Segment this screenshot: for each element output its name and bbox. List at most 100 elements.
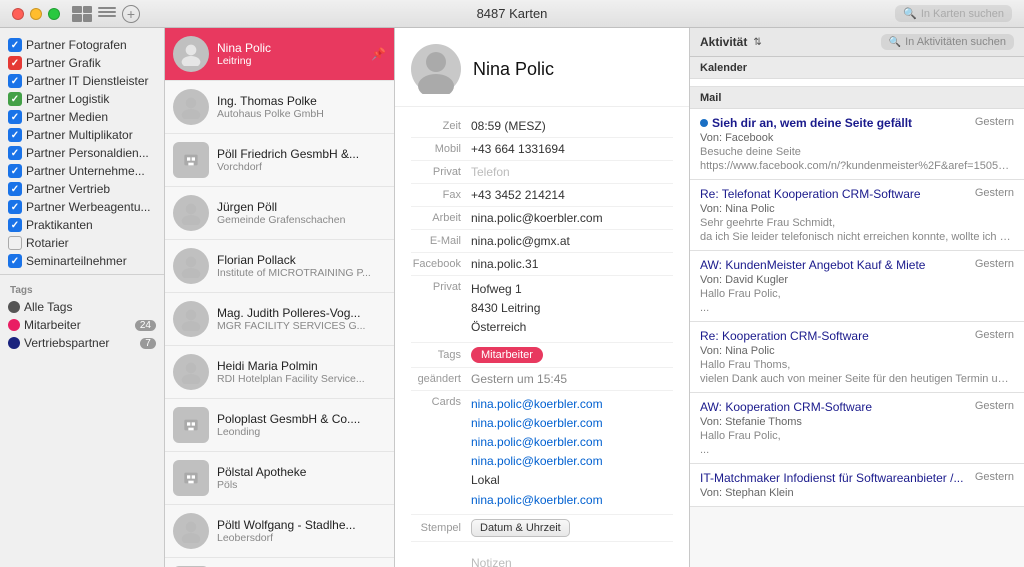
field-value-arbeit[interactable]: nina.polic@koerbler.com [471,211,673,225]
contact-item-poll-friedrich[interactable]: Pöll Friedrich GesmbH &...Vorchdorf [165,134,394,187]
sidebar-item-partner-it[interactable]: ✓ Partner IT Dienstleister [0,72,164,90]
window-title: 8487 Karten [477,6,548,21]
contact-avatar-nina-polic [173,36,209,72]
field-value-cards: nina.polic@koerbler.com nina.polic@koerb… [471,395,673,510]
tag-mitarbeiter[interactable]: Mitarbeiter [471,347,543,363]
mail-item-mail-3[interactable]: AW: KundenMeister Angebot Kauf & MieteGe… [690,251,1024,322]
mail-item-mail-1[interactable]: Sieh dir an, wem deine Seite gefälltGest… [690,109,1024,180]
sidebar-item-partner-werbeagentu[interactable]: ✓Partner Werbeagentu... [0,198,164,216]
add-button[interactable]: + [122,5,140,23]
checkbox-rotarier[interactable] [8,236,22,250]
cards-link-2[interactable]: nina.polic@koerbler.com [471,416,603,430]
field-value-facebook[interactable]: nina.polic.31 [471,257,673,271]
mail-item-mail-5[interactable]: AW: Kooperation CRM-SoftwareGesternVon: … [690,393,1024,464]
mail-item-mail-2[interactable]: Re: Telefonat Kooperation CRM-SoftwareGe… [690,180,1024,251]
checkbox-partner-vertrieb[interactable]: ✓ [8,182,22,196]
field-value-mobil[interactable]: +43 664 1331694 [471,142,673,156]
contact-item-judith-polleres[interactable]: Mag. Judith Polleres-Vog...MGR FACILITY … [165,293,394,346]
tag-item-vertriebspartner[interactable]: Vertriebspartner7 [0,334,164,352]
mail-date-mail-3: Gestern [975,258,1014,270]
sidebar-item-partner-logistik[interactable]: ✓Partner Logistik [0,90,164,108]
sidebar-label-partner-personal: Partner Personaldien... [26,146,156,160]
activity-title: Aktivität [700,35,747,49]
sidebar-item-partner-personal[interactable]: ✓ Partner Personaldien... [0,144,164,162]
contact-info-poloplast: Poloplast GesmbH & Co....Leonding [217,412,386,438]
sidebar-item-partner-vertrieb[interactable]: ✓Partner Vertrieb [0,180,164,198]
field-value-email[interactable]: nina.polic@gmx.at [471,234,673,248]
mail-preview2-mail-3: ... [700,302,1014,314]
stempel-button[interactable]: Datum & Uhrzeit [471,519,570,537]
sidebar-label-partner-fotografen: Partner Fotografen [26,38,156,52]
checkbox-praktikanten[interactable]: ✓ [8,218,22,232]
contact-sub-poll-friedrich: Vorchdorf [217,161,386,173]
mail-item-mail-4[interactable]: Re: Kooperation CRM-SoftwareGesternVon: … [690,322,1024,393]
field-label-privat-tel: Privat [411,165,471,178]
view-list-icon[interactable] [98,7,116,21]
mail-preview1-mail-2: Sehr geehrte Frau Schmidt, [700,217,1014,229]
activity-search-box[interactable]: 🔍 In Aktivitäten suchen [881,34,1014,50]
checkbox-partner-werbeagentu[interactable]: ✓ [8,200,22,214]
checkbox-partner-personal[interactable]: ✓ [8,146,22,160]
main-content: ✓Partner Fotografen✓Partner Grafik✓Partn… [0,28,1024,567]
sort-icon[interactable]: ⇅ [753,37,761,48]
view-grid-icon[interactable] [72,6,92,22]
sidebar-item-partner-multiplikator[interactable]: ✓Partner Multiplikator [0,126,164,144]
checkbox-partner-unternehmen[interactable]: ✓ [8,164,22,178]
contact-item-thomas-polke[interactable]: Ing. Thomas PolkeAutohaus Polke GmbH [165,81,394,134]
minimize-button[interactable] [30,8,42,20]
mail-preview1-mail-3: Hallo Frau Polic, [700,288,1014,300]
title-search-box[interactable]: 🔍 In Karten suchen [895,5,1012,22]
field-value-zeit: 08:59 (MESZ) [471,119,673,133]
sidebar-item-partner-medien[interactable]: ✓Partner Medien [0,108,164,126]
contact-avatar-polstal-apotheke [173,460,209,496]
field-value-geaendert: Gestern um 15:45 [471,372,673,386]
cards-link-4[interactable]: nina.polic@koerbler.com [471,493,603,507]
close-button[interactable] [12,8,24,20]
sidebar-item-partner-fotografen[interactable]: ✓ Partner Fotografen [0,36,164,54]
sidebar-item-seminarteilnehmer[interactable]: ✓Seminarteilnehmer [0,252,164,270]
checkbox-partner-it[interactable]: ✓ [8,74,22,88]
contact-item-polstal-apotheke[interactable]: Pölstal ApothekePöls [165,452,394,505]
mail-item-mail-6[interactable]: IT-Matchmaker Infodienst für Softwareanb… [690,464,1024,507]
cards-link-lokal[interactable]: nina.polic@koerbler.com [471,454,603,468]
contact-item-heidi-polmin[interactable]: Heidi Maria PolminRDI Hotelplan Facility… [165,346,394,399]
contact-avatar-florian-pollack [173,248,209,284]
contact-avatar-judith-polleres [173,301,209,337]
contact-item-polytec-elastoform[interactable]: Polytec Elastoform Gmb...Marchtrenk [165,558,394,567]
mail-date-mail-6: Gestern [975,471,1014,483]
mail-from-mail-4: Von: Nina Polic [700,345,1014,357]
mail-date-mail-1: Gestern [975,116,1014,128]
contact-item-jurgen-poll[interactable]: Jürgen PöllGemeinde Grafenschachen [165,187,394,240]
checkbox-partner-fotografen[interactable]: ✓ [8,38,22,52]
checkbox-seminarteilnehmer[interactable]: ✓ [8,254,22,268]
contact-item-nina-polic[interactable]: Nina PolicLeitring📌 [165,28,394,81]
tag-item-alle-tags[interactable]: Alle Tags [0,298,164,316]
sidebar-label-partner-grafik: Partner Grafik [26,56,156,70]
contact-item-florian-pollack[interactable]: Florian PollackInstitute of MICROTRAININ… [165,240,394,293]
contact-avatar-thomas-polke [173,89,209,125]
tag-item-mitarbeiter[interactable]: Mitarbeiter24 [0,316,164,334]
contact-item-poloplast[interactable]: Poloplast GesmbH & Co....Leonding [165,399,394,452]
checkbox-partner-multiplikator[interactable]: ✓ [8,128,22,142]
checkbox-partner-logistik[interactable]: ✓ [8,92,22,106]
sidebar-item-partner-unternehmen[interactable]: ✓Partner Unternehme... [0,162,164,180]
contact-sub-thomas-polke: Autohaus Polke GmbH [217,108,386,120]
activity-panel: Aktivität ⇅ 🔍 In Aktivitäten suchen Kale… [690,28,1024,567]
sidebar-label-partner-it: Partner IT Dienstleister [26,74,156,88]
checkbox-partner-medien[interactable]: ✓ [8,110,22,124]
sidebar-item-partner-grafik[interactable]: ✓ Partner Grafik [0,54,164,72]
mail-subject-mail-4: Re: Kooperation CRM-Software [700,329,869,343]
cards-link-3[interactable]: nina.polic@koerbler.com [471,435,603,449]
sidebar-item-praktikanten[interactable]: ✓Praktikanten [0,216,164,234]
cards-link-1[interactable]: nina.polic@koerbler.com [471,397,603,411]
contact-item-poltl-wolfgang[interactable]: Pöltl Wolfgang - Stadlhe...Leobersdorf [165,505,394,558]
sidebar-item-rotarier[interactable]: Rotarier [0,234,164,252]
checkbox-partner-grafik[interactable]: ✓ [8,56,22,70]
maximize-button[interactable] [48,8,60,20]
contact-sub-heidi-polmin: RDI Hotelplan Facility Service... [217,373,386,385]
contact-sub-jurgen-poll: Gemeinde Grafenschachen [217,214,386,226]
field-label-geaendert: geändert [411,372,471,385]
detail-name: Nina Polic [473,59,554,80]
contact-info-poltl-wolfgang: Pöltl Wolfgang - Stadlhe...Leobersdorf [217,518,386,544]
cards-link-lokal-label[interactable]: Lokal [471,473,500,487]
